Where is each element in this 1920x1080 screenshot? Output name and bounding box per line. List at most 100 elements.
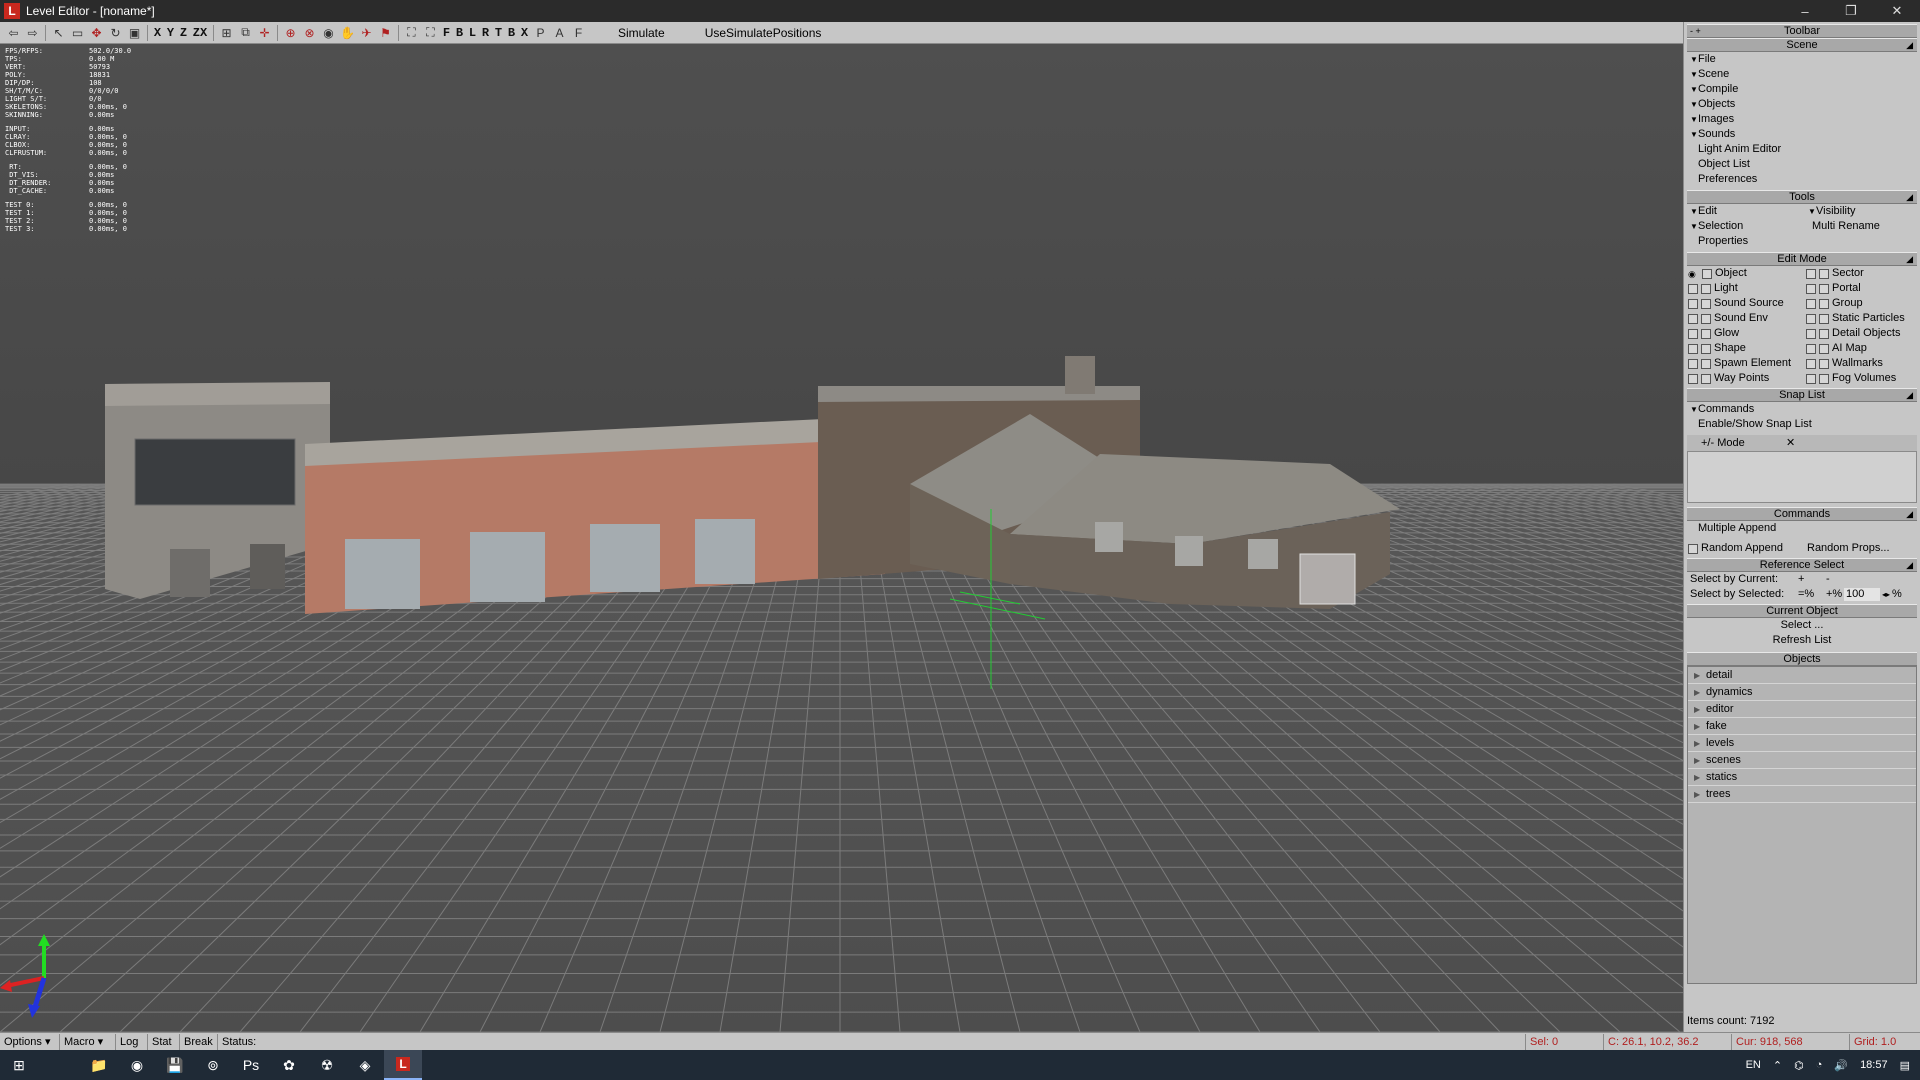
break-button[interactable]: Break (180, 1033, 218, 1050)
view-right-button[interactable]: R (479, 24, 492, 42)
object-folder-levels[interactable]: ▶ levels (1688, 735, 1916, 752)
checkbox-box[interactable] (1701, 358, 1711, 369)
checkbox-box[interactable] (1702, 268, 1712, 279)
random-props-button[interactable]: Random Props... (1801, 541, 1920, 556)
axis-zx-button[interactable]: ZX (190, 24, 210, 42)
checkbox-box[interactable] (1688, 543, 1698, 554)
visibility-checkbox[interactable] (1688, 313, 1698, 324)
collapse-icon[interactable]: ◢ (1906, 389, 1913, 401)
tools-visibility[interactable]: ▼Visibility (1802, 204, 1920, 219)
visibility-checkbox[interactable] (1806, 298, 1816, 309)
clock[interactable]: 18:57 (1860, 1059, 1888, 1071)
tools-selection[interactable]: ▼Selection (1684, 219, 1798, 234)
visibility-checkbox[interactable] (1806, 343, 1816, 354)
object-folder-fake[interactable]: ▶ fake (1688, 718, 1916, 735)
wifi-icon[interactable]: ◔ (1816, 1059, 1823, 1071)
checkbox-box[interactable] (1819, 343, 1829, 354)
game-icon[interactable]: ☢ (308, 1050, 346, 1080)
visibility-checkbox[interactable] (1806, 313, 1816, 324)
expand-arrow-icon[interactable]: ▶ (1694, 718, 1706, 734)
collapse-icon[interactable]: ◢ (1906, 508, 1913, 520)
current-object-header[interactable]: Current Object (1687, 604, 1917, 618)
edit-mode-detail-objects[interactable]: Detail Objects (1802, 326, 1920, 341)
maximize-button[interactable]: ❐ (1828, 0, 1874, 22)
snap-object-list[interactable] (1687, 451, 1917, 503)
checkbox-box[interactable] (1819, 268, 1829, 279)
perspective-icon[interactable]: P (531, 24, 550, 42)
checkbox-box[interactable] (1819, 328, 1829, 339)
scene-menu-item-images[interactable]: ▼Images (1684, 112, 1920, 127)
expand-arrow-icon[interactable]: ▶ (1694, 735, 1706, 751)
level-editor-taskbar-icon[interactable]: L (384, 1050, 422, 1080)
visibility-checkbox[interactable] (1688, 373, 1698, 384)
stat-button[interactable]: Stat (148, 1033, 180, 1050)
chrome-icon[interactable]: ◉ (118, 1050, 156, 1080)
edit-mode-light[interactable]: Light (1684, 281, 1802, 296)
edit-mode-wallmarks[interactable]: Wallmarks (1802, 356, 1920, 371)
snap-object-icon[interactable]: ⧉ (236, 24, 255, 42)
expand-arrow-icon[interactable]: ▶ (1694, 667, 1706, 683)
select-eq-pct-button[interactable]: =% (1798, 587, 1826, 602)
edit-mode-header[interactable]: Edit Mode ◢ (1687, 252, 1917, 266)
toolbar-panel-header[interactable]: - + Toolbar (1687, 24, 1917, 38)
collapse-icon[interactable]: ◢ (1906, 559, 1913, 571)
zoom-extents-selected-icon[interactable]: ⛶ (421, 24, 440, 42)
minimize-button[interactable]: – (1782, 0, 1828, 22)
commands-header[interactable]: Commands ◢ (1687, 507, 1917, 521)
scene-menu-item-compile[interactable]: ▼Compile (1684, 82, 1920, 97)
select-current-plus-button[interactable]: + (1798, 572, 1826, 587)
checkbox-box[interactable] (1701, 283, 1711, 294)
select-plus-pct-button[interactable]: +% (1826, 587, 1844, 602)
collapse-icon[interactable]: ◢ (1906, 191, 1913, 203)
objects-header[interactable]: Objects (1687, 652, 1917, 666)
pin-icon[interactable]: - + (1690, 25, 1701, 37)
objects-tree[interactable]: ▶ detail ▶ dynamics ▶ editor ▶ fake ▶ levels ▶ scen… (1687, 666, 1917, 984)
checkbox-box[interactable] (1701, 343, 1711, 354)
select-percent-input[interactable]: 100 (1844, 588, 1880, 601)
walk-icon[interactable]: ⚑ (376, 24, 395, 42)
notifications-icon[interactable]: ▤ (1900, 1059, 1910, 1072)
object-folder-dynamics[interactable]: ▶ dynamics (1688, 684, 1916, 701)
view-reset-button[interactable]: X (518, 24, 531, 42)
visibility-checkbox[interactable] (1688, 328, 1698, 339)
edit-mode-object[interactable]: ◉ Object (1684, 266, 1802, 281)
checkbox-box[interactable] (1701, 328, 1711, 339)
zoom-extents-icon[interactable]: ⛶ (402, 24, 421, 42)
visibility-checkbox[interactable] (1806, 283, 1816, 294)
checkbox-box[interactable] (1701, 298, 1711, 309)
network-icon[interactable]: ⌬ (1794, 1059, 1804, 1072)
collapse-icon[interactable]: ◢ (1906, 39, 1913, 51)
log-button[interactable]: Log (116, 1033, 148, 1050)
close-button[interactable]: ✕ (1874, 0, 1920, 22)
axis-y-button[interactable]: Y (164, 24, 177, 42)
checkbox-box[interactable] (1819, 298, 1829, 309)
free-icon[interactable]: F (569, 24, 588, 42)
chevron-up-icon[interactable]: ⌃ (1773, 1059, 1782, 1072)
view-bottom-button[interactable]: B (505, 24, 518, 42)
expand-arrow-icon[interactable]: ▶ (1694, 701, 1706, 717)
view-front-button[interactable]: F (440, 24, 453, 42)
scene-menu-item-scene[interactable]: ▼Scene (1684, 67, 1920, 82)
clear-snap-icon[interactable]: ✕ (1786, 435, 1795, 451)
visibility-checkbox[interactable] (1688, 343, 1698, 354)
move-icon[interactable]: ✥ (87, 24, 106, 42)
options-menu[interactable]: Options ▾ (0, 1033, 60, 1050)
scene-menu-item-preferences[interactable]: Preferences (1684, 172, 1920, 187)
steam-icon[interactable]: ⊚ (194, 1050, 232, 1080)
rotate-icon[interactable]: ↻ (106, 24, 125, 42)
file-explorer-icon[interactable]: 📁 (80, 1050, 118, 1080)
scene-menu-item-objects[interactable]: ▼Objects (1684, 97, 1920, 112)
edit-mode-way-points[interactable]: Way Points (1684, 371, 1802, 386)
tools-multi-rename[interactable]: Multi Rename (1798, 219, 1920, 234)
scene-header[interactable]: Scene ◢ (1687, 38, 1917, 52)
edit-mode-shape[interactable]: Shape (1684, 341, 1802, 356)
checkbox-box[interactable] (1819, 373, 1829, 384)
edit-mode-sound-source[interactable]: Sound Source (1684, 296, 1802, 311)
fly-icon[interactable]: ✈ (357, 24, 376, 42)
scene-menu-item-file[interactable]: ▼File (1684, 52, 1920, 67)
expand-arrow-icon[interactable]: ▶ (1694, 684, 1706, 700)
edit-mode-fog-volumes[interactable]: Fog Volumes (1802, 371, 1920, 386)
spin-icon[interactable]: ◂▸ (1880, 587, 1892, 602)
volume-icon[interactable]: 🔊 (1834, 1059, 1848, 1072)
ortho-icon[interactable]: A (550, 24, 569, 42)
